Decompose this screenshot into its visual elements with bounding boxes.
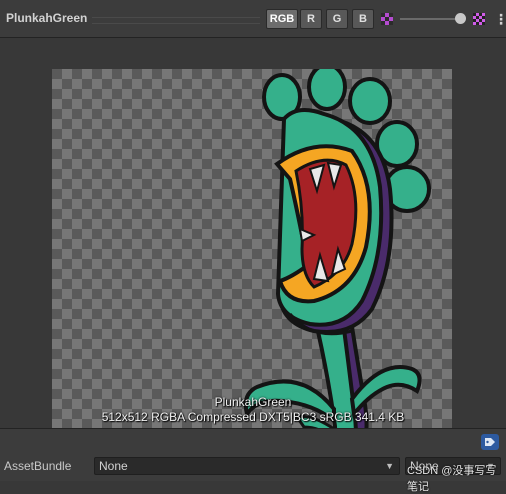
alpha-toggle-icon[interactable] [381, 13, 393, 25]
channel-rgb-button[interactable]: RGB [266, 9, 298, 29]
plant-monster-image [243, 69, 431, 463]
channel-g-button[interactable]: G [326, 9, 348, 29]
channel-b-button[interactable]: B [352, 9, 374, 29]
label-tag-icon[interactable] [481, 434, 499, 450]
mip-slider-thumb[interactable] [455, 13, 466, 24]
asset-name-label: PlunkahGreen [214, 395, 292, 409]
asset-info-label: 512x512 RGBA Compressed DXT5|BC3 sRGB 34… [101, 410, 405, 424]
asset-title: PlunkahGreen [6, 11, 88, 25]
texture-preview-area: PlunkahGreen 512x512 RGBA Compressed DXT… [0, 38, 506, 469]
assetbundle-name-dropdown[interactable]: None ▼ [94, 457, 400, 475]
channel-r-button[interactable]: R [300, 9, 322, 29]
assetbundle-bar: AssetBundle None ▼ None ▼ CSDN @没事写写笔记 [0, 428, 506, 493]
mip-slider-track[interactable] [400, 18, 462, 20]
assetbundle-label: AssetBundle [4, 459, 72, 473]
mip-checker-icon[interactable] [473, 13, 485, 25]
more-menu-icon[interactable]: ⋮ [494, 10, 506, 28]
watermark-text: CSDN @没事写写笔记 [407, 465, 497, 493]
chevron-down-icon: ▼ [385, 461, 394, 471]
header-grip [92, 17, 260, 24]
assetbundle-name-value: None [99, 459, 128, 473]
preview-header: PlunkahGreen RGB R G B ⋮ [0, 0, 506, 38]
